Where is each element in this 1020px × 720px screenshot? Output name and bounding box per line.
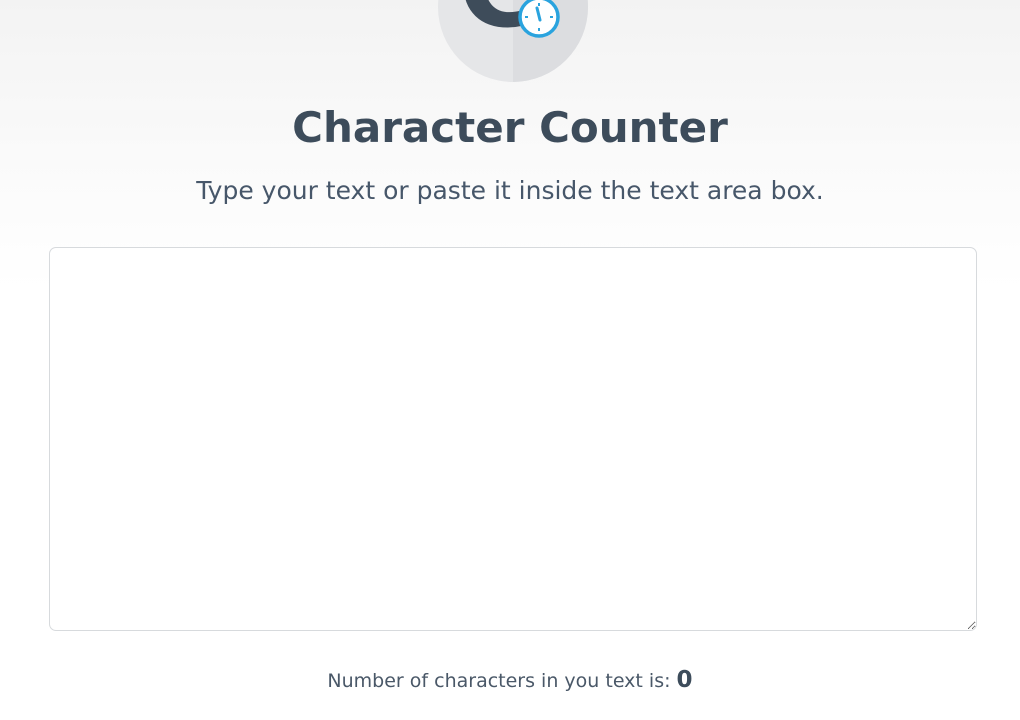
text-input-area[interactable] — [49, 247, 977, 631]
logo: C — [438, 0, 588, 82]
character-count-value: 0 — [676, 667, 693, 693]
character-count-line: Number of characters in you text is: 0 — [0, 664, 1020, 697]
stopwatch-icon — [518, 0, 560, 38]
character-count-label: Number of characters in you text is: — [327, 670, 671, 692]
page-subtitle: Type your text or paste it inside the te… — [196, 176, 824, 205]
page-title: Character Counter — [292, 103, 728, 152]
